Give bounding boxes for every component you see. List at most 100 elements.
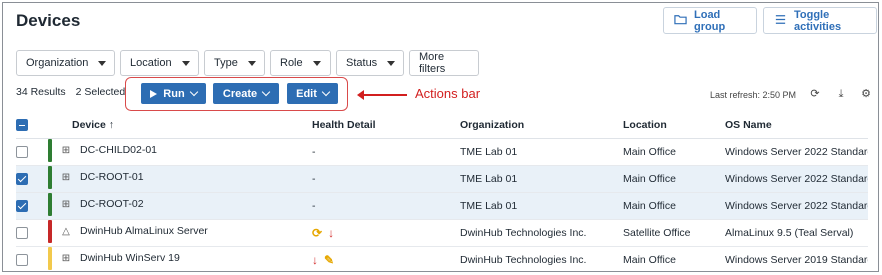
row-select-cell xyxy=(16,165,48,193)
health-text: - xyxy=(312,172,316,185)
status-indicator xyxy=(48,138,52,162)
device-name[interactable]: DwinHub AlmaLinux Server xyxy=(80,225,208,237)
filter-label: Role xyxy=(280,57,303,69)
annotation-arrow xyxy=(357,90,407,100)
os-cell: AlmaLinux 9.5 (Teal Serval) xyxy=(725,219,868,247)
windows-icon: ⊞ xyxy=(61,252,71,264)
caret-down-icon xyxy=(98,60,107,66)
row-select-cell xyxy=(16,192,48,220)
filter-label: Type xyxy=(214,57,238,69)
down-arrow-icon: ↓ xyxy=(328,225,335,240)
location-cell: Main Office xyxy=(623,246,725,271)
device-cell[interactable]: ⊞ DC-CHILD02-01 xyxy=(48,138,312,166)
table-row[interactable]: ⊞ DC-ROOT-01 - TME Lab 01 Main Office Wi… xyxy=(16,165,868,193)
load-group-button[interactable]: Load group xyxy=(663,7,757,34)
os-cell: Windows Server 2022 Standard xyxy=(725,165,868,193)
refresh-icon[interactable]: ⟳ xyxy=(809,88,821,100)
chevron-down-icon xyxy=(189,87,198,97)
more-filters-label: More filters xyxy=(419,51,446,75)
organization-cell: TME Lab 01 xyxy=(460,165,623,193)
filter-location[interactable]: Location xyxy=(120,50,199,76)
create-label: Create xyxy=(222,87,258,100)
device-name[interactable]: DwinHub WinServ 19 xyxy=(80,252,180,264)
edit-label: Edit xyxy=(296,87,317,100)
devices-panel: Devices Load group Toggle activities Org… xyxy=(2,2,879,272)
row-select-cell xyxy=(16,246,48,271)
download-icon[interactable]: ⤓ xyxy=(835,88,847,100)
column-header-os[interactable]: OS Name xyxy=(725,112,868,139)
location-cell: Main Office xyxy=(623,138,725,166)
device-name[interactable]: DC-ROOT-01 xyxy=(80,171,144,183)
filter-role[interactable]: Role xyxy=(270,50,331,76)
table-row[interactable]: ⊞ DC-CHILD02-01 - TME Lab 01 Main Office… xyxy=(16,138,868,166)
column-header-organization[interactable]: Organization xyxy=(460,112,623,139)
organization-cell: DwinHub Technologies Inc. xyxy=(460,246,623,271)
toggle-activities-button[interactable]: Toggle activities xyxy=(763,7,877,34)
status-indicator xyxy=(48,246,52,270)
organization-cell: DwinHub Technologies Inc. xyxy=(460,219,623,247)
filter-status[interactable]: Status xyxy=(336,50,404,76)
column-header-device[interactable]: Device ↑ xyxy=(48,112,312,139)
windows-icon: ⊞ xyxy=(61,171,71,183)
row-checkbox[interactable] xyxy=(16,226,28,239)
device-cell[interactable]: △ DwinHub AlmaLinux Server xyxy=(48,219,312,247)
row-checkbox[interactable] xyxy=(16,253,28,266)
device-cell[interactable]: ⊞ DC-ROOT-02 xyxy=(48,192,312,220)
wrench-icon: ✎ xyxy=(324,252,335,267)
filter-organization[interactable]: Organization xyxy=(16,50,115,76)
list-icon xyxy=(774,13,787,29)
location-cell: Satellite Office xyxy=(623,219,725,247)
os-cell: Windows Server 2022 Standard xyxy=(725,138,868,166)
chevron-down-icon xyxy=(321,87,331,97)
organization-cell: TME Lab 01 xyxy=(460,192,623,220)
caret-down-icon xyxy=(247,60,256,66)
row-select-cell xyxy=(16,138,48,166)
table-row[interactable]: ⊞ DwinHub WinServ 19 ↓ ✎ DwinHub Technolo… xyxy=(16,246,868,271)
chevron-down-icon xyxy=(261,87,271,97)
last-refresh: Last refresh: 2:50 PM xyxy=(710,90,797,100)
results-summary: 34 Results 2 Selected xyxy=(16,86,125,98)
health-cell: ↓ ✎ xyxy=(312,246,460,271)
run-button[interactable]: Run xyxy=(141,83,206,104)
status-indicator xyxy=(48,165,52,189)
select-all-cell xyxy=(16,112,48,139)
folder-icon xyxy=(674,13,687,29)
create-button[interactable]: Create xyxy=(213,83,279,104)
device-cell[interactable]: ⊞ DC-ROOT-01 xyxy=(48,165,312,193)
run-label: Run xyxy=(163,87,185,100)
location-cell: Main Office xyxy=(623,192,725,220)
load-group-label: Load group xyxy=(694,8,726,33)
play-icon xyxy=(150,89,158,98)
health-cell: - xyxy=(312,165,460,193)
page-title: Devices xyxy=(16,11,81,30)
sync-icon: ⟳ xyxy=(312,225,323,240)
status-indicator xyxy=(48,219,52,243)
row-checkbox[interactable] xyxy=(16,172,28,185)
edit-button[interactable]: Edit xyxy=(287,83,338,104)
organization-cell: TME Lab 01 xyxy=(460,138,623,166)
more-filters-button[interactable]: More filters xyxy=(409,50,479,76)
health-cell: - xyxy=(312,192,460,220)
location-cell: Main Office xyxy=(623,165,725,193)
linux-icon: △ xyxy=(62,225,70,237)
select-all-checkbox[interactable] xyxy=(16,118,28,131)
device-name[interactable]: DC-CHILD02-01 xyxy=(80,144,157,156)
column-header-health[interactable]: Health Detail xyxy=(312,112,460,139)
table-row[interactable]: ⊞ DC-ROOT-02 - TME Lab 01 Main Office Wi… xyxy=(16,192,868,220)
device-cell[interactable]: ⊞ DwinHub WinServ 19 xyxy=(48,246,312,271)
device-name[interactable]: DC-ROOT-02 xyxy=(80,198,144,210)
results-count: 34 Results xyxy=(16,86,66,98)
row-checkbox[interactable] xyxy=(16,199,28,212)
row-checkbox[interactable] xyxy=(16,145,28,158)
windows-icon: ⊞ xyxy=(61,144,71,156)
settings-icon[interactable]: ⚙ xyxy=(860,88,872,100)
health-cell: - xyxy=(312,138,460,166)
caret-down-icon xyxy=(387,60,396,66)
down-arrow-icon: ↓ xyxy=(312,252,318,267)
column-header-location[interactable]: Location xyxy=(623,112,725,139)
filter-label: Location xyxy=(130,57,172,69)
table-row[interactable]: △ DwinHub AlmaLinux Server ⟳ ↓ DwinHub Te… xyxy=(16,219,868,247)
caret-down-icon xyxy=(181,60,190,66)
filter-type[interactable]: Type xyxy=(204,50,265,76)
selected-count: 2 Selected xyxy=(75,86,126,98)
